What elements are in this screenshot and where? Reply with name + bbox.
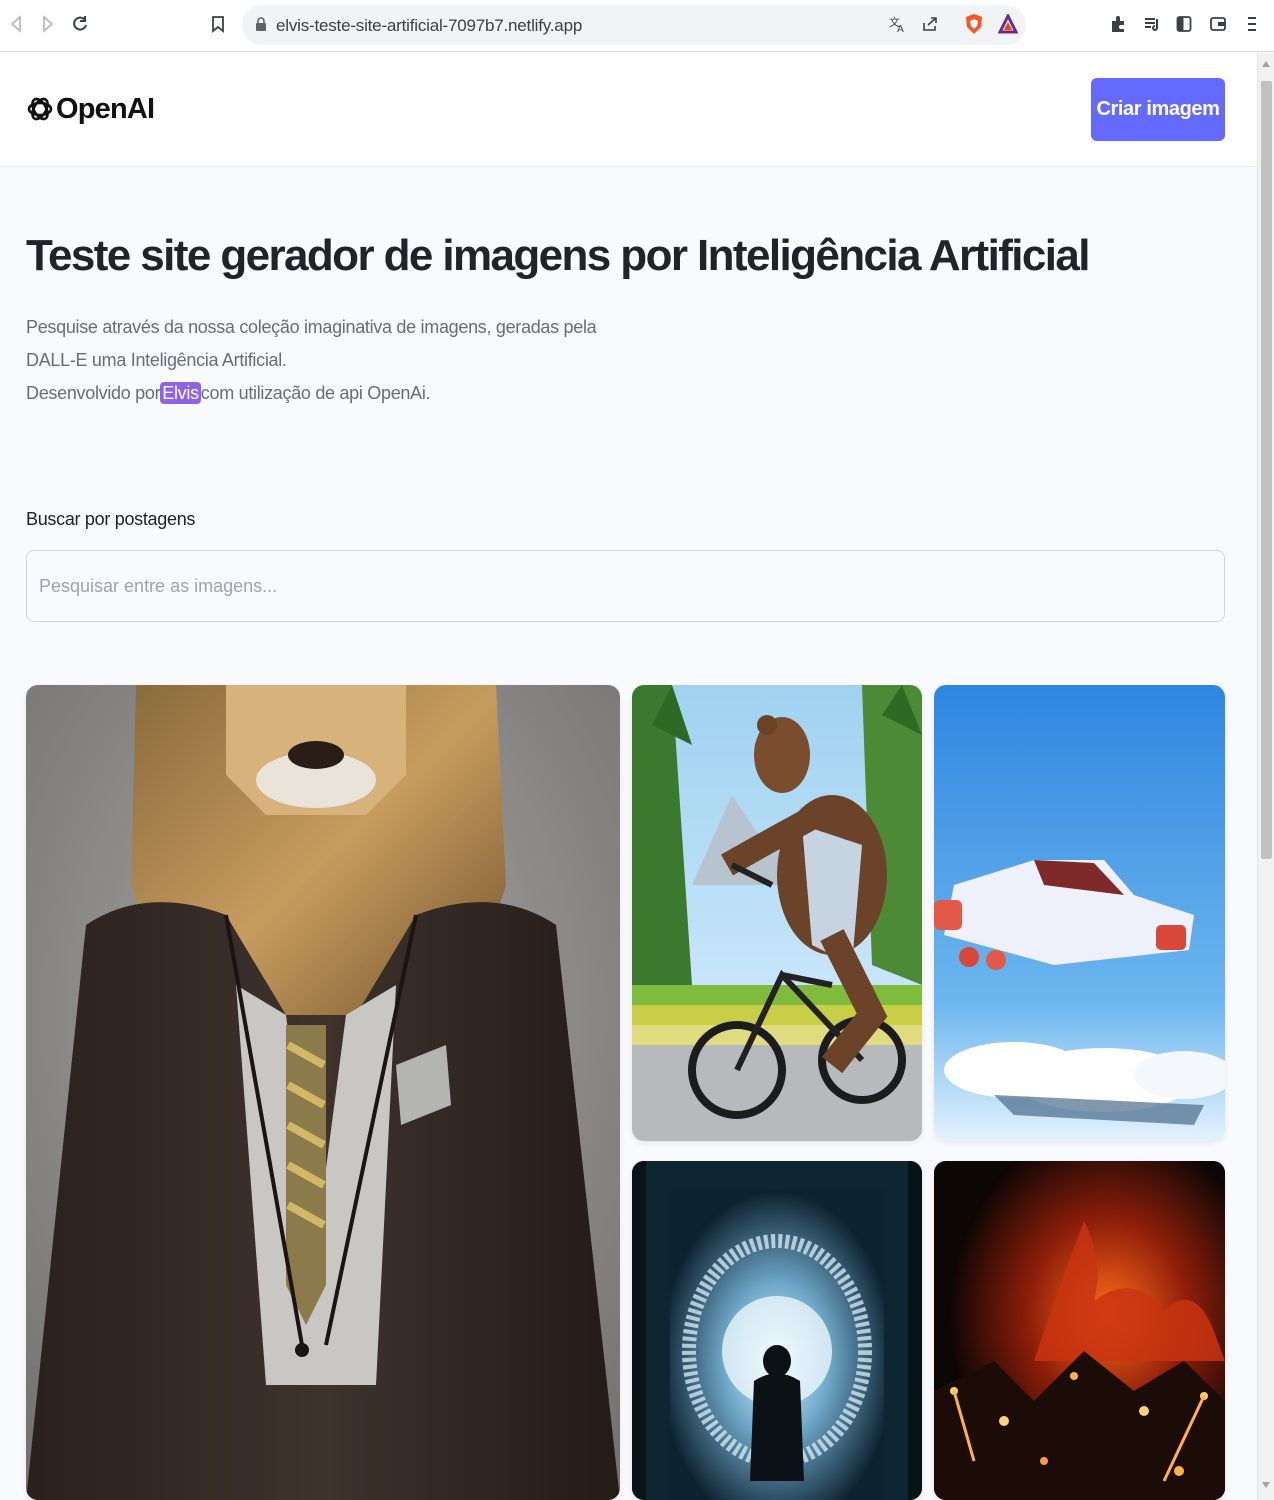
lock-icon — [256, 17, 266, 31]
url-text: elvis-teste-site-artificial-7097b7.netli… — [276, 16, 583, 35]
share-icon[interactable] — [918, 12, 942, 36]
gallery-image-lion[interactable] — [26, 685, 620, 1500]
back-icon[interactable] — [4, 12, 28, 36]
scrollbar-thumb[interactable] — [1261, 81, 1272, 859]
create-image-button[interactable]: Criar imagem — [1091, 78, 1225, 141]
reload-icon[interactable] — [68, 12, 92, 36]
scrollbar[interactable] — [1257, 53, 1274, 1500]
wallet-icon[interactable] — [1206, 12, 1230, 36]
bear-image — [632, 685, 922, 1141]
gallery-image-bear[interactable] — [632, 685, 922, 1141]
bookmark-icon[interactable] — [206, 12, 230, 36]
brave-rewards-icon[interactable] — [996, 12, 1020, 36]
fire-image — [934, 1161, 1225, 1500]
logo-text: OpenAI — [56, 92, 155, 125]
forward-icon[interactable] — [36, 12, 60, 36]
svg-text:A: A — [897, 24, 904, 34]
translate-icon[interactable]: 文A — [886, 12, 910, 36]
playlist-icon[interactable] — [1140, 12, 1164, 36]
portal-image — [632, 1161, 922, 1500]
scroll-down-arrow-icon[interactable] — [1262, 1482, 1270, 1488]
page-description: Pesquise através da nossa coleção imagin… — [26, 311, 597, 410]
site-header: OpenAI Criar imagem — [0, 53, 1257, 167]
search-label: Buscar por postagens — [26, 509, 196, 529]
description-suffix: com utilização de api OpenAi. — [200, 383, 431, 403]
gallery-image-portal[interactable] — [632, 1161, 922, 1500]
gallery-image-flying-car[interactable] — [934, 685, 1225, 1141]
gallery-image-fire[interactable] — [934, 1161, 1225, 1500]
sidebar-icon[interactable] — [1172, 12, 1196, 36]
scroll-up-arrow-icon[interactable] — [1262, 61, 1270, 67]
author-highlight: Elvis — [160, 382, 201, 404]
description-prefix: Desenvolvido por — [26, 383, 161, 403]
flying-car-image — [934, 685, 1225, 1141]
description-line-1: Pesquise através da nossa coleção imagin… — [26, 317, 597, 337]
page-viewport: OpenAI Criar imagem Teste site gerador d… — [0, 53, 1257, 1500]
lion-image — [26, 685, 620, 1500]
openai-logo[interactable]: OpenAI — [26, 87, 155, 131]
brave-shield-icon[interactable] — [962, 12, 986, 36]
description-line-3: Desenvolvido por Elvis com utilização de a… — [26, 377, 546, 410]
extensions-icon[interactable] — [1106, 12, 1130, 36]
page-title: Teste site gerador de imagens por Inteli… — [26, 231, 1091, 280]
description-line-2: DALL-E uma Inteligência Artificial. — [26, 350, 287, 370]
browser-toolbar: elvis-teste-site-artificial-7097b7.netli… — [0, 0, 1274, 52]
openai-logo-icon — [27, 97, 53, 121]
search-input[interactable] — [26, 550, 1225, 622]
menu-icon[interactable] — [1240, 12, 1264, 36]
